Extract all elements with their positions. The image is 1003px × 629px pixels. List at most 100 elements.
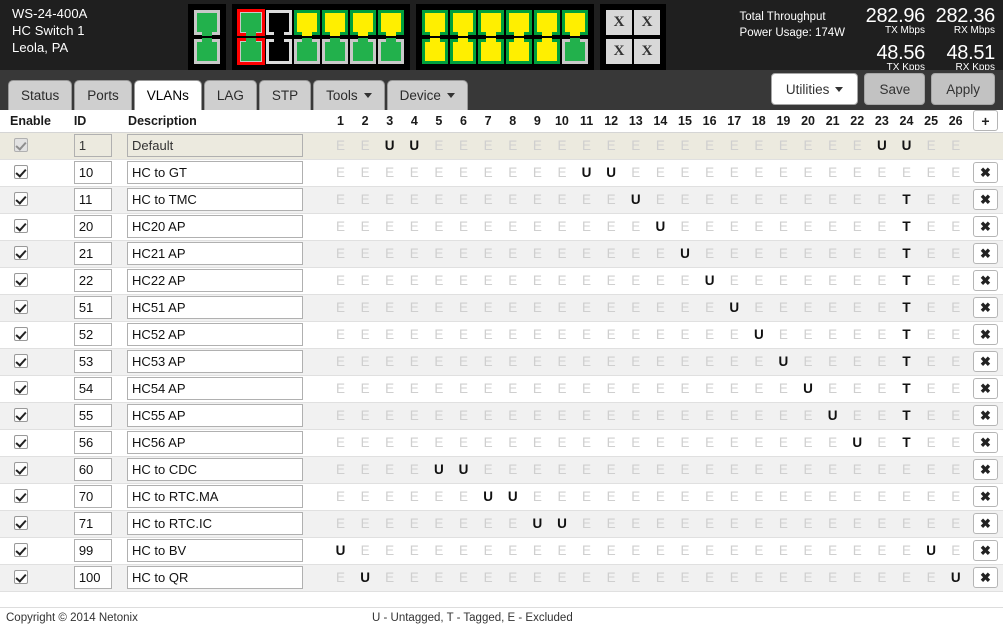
vlan-port-cell-11[interactable]: U <box>574 159 599 187</box>
vlan-port-cell-6[interactable]: E <box>451 132 476 160</box>
vlan-port-cell-21[interactable]: E <box>820 294 845 322</box>
vlan-port-cell-8[interactable]: E <box>500 240 526 268</box>
vlan-port-cell-14[interactable]: E <box>648 321 673 349</box>
vlan-port-cell-22[interactable]: E <box>844 483 870 511</box>
vlan-port-cell-13[interactable]: E <box>623 132 649 160</box>
vlan-port-cell-1[interactable]: E <box>328 510 353 538</box>
vlan-port-cell-7[interactable]: E <box>475 537 501 565</box>
vlan-port-cell-6[interactable]: E <box>451 213 476 241</box>
vlan-port-cell-13[interactable]: E <box>623 240 649 268</box>
vlan-port-cell-12[interactable]: E <box>598 510 624 538</box>
vlan-port-cell-12[interactable]: E <box>598 240 624 268</box>
vlan-port-cell-3[interactable]: E <box>377 213 402 241</box>
vlan-port-cell-9[interactable]: E <box>525 564 550 592</box>
vlan-port-cell-15[interactable]: E <box>672 186 698 214</box>
vlan-port-cell-25[interactable]: E <box>918 213 944 241</box>
vlan-port-cell-12[interactable]: E <box>598 321 624 349</box>
vlan-port-cell-23[interactable]: E <box>869 537 895 565</box>
vlan-port-cell-17[interactable]: E <box>721 132 747 160</box>
vlan-port-cell-24[interactable]: E <box>894 510 919 538</box>
vlan-port-cell-23[interactable]: E <box>869 213 895 241</box>
vlan-port-cell-19[interactable]: E <box>771 537 796 565</box>
vlan-port-cell-4[interactable]: E <box>401 321 427 349</box>
vlan-port-cell-5[interactable]: E <box>426 294 452 322</box>
vlan-port-cell-26[interactable]: E <box>943 132 968 160</box>
vlan-port-cell-26[interactable]: E <box>943 375 968 403</box>
vlan-port-cell-17[interactable]: E <box>721 267 747 295</box>
vlan-port-cell-21[interactable]: U <box>820 402 845 430</box>
vlan-port-cell-4[interactable]: E <box>401 483 427 511</box>
vlan-port-cell-21[interactable]: E <box>820 537 845 565</box>
vlan-enable-checkbox[interactable] <box>14 381 28 396</box>
vlan-enable-checkbox[interactable] <box>14 516 28 531</box>
port-icon-link-up[interactable] <box>349 38 377 65</box>
vlan-port-cell-1[interactable]: E <box>328 186 353 214</box>
vlan-port-cell-18[interactable]: E <box>746 375 772 403</box>
vlan-id-input[interactable]: 55 <box>73 404 112 427</box>
vlan-port-cell-24[interactable]: T <box>894 375 919 403</box>
vlan-port-cell-3[interactable]: E <box>377 348 402 376</box>
vlan-port-cell-13[interactable]: E <box>623 483 649 511</box>
vlan-port-cell-18[interactable]: E <box>746 348 772 376</box>
vlan-port-cell-8[interactable]: E <box>500 213 526 241</box>
vlan-port-cell-11[interactable]: E <box>574 294 599 322</box>
port-icon-link-up[interactable] <box>293 38 321 65</box>
vlan-port-cell-10[interactable]: E <box>549 456 575 484</box>
vlan-port-cell-8[interactable]: E <box>500 564 526 592</box>
delete-vlan-button[interactable]: ✖ <box>973 486 998 507</box>
delete-vlan-button[interactable]: ✖ <box>973 189 998 210</box>
vlan-port-cell-22[interactable]: E <box>844 240 870 268</box>
vlan-port-cell-15[interactable]: E <box>672 321 698 349</box>
vlan-port-cell-21[interactable]: E <box>820 132 845 160</box>
vlan-port-cell-2[interactable]: E <box>352 267 378 295</box>
vlan-port-cell-3[interactable]: E <box>377 564 402 592</box>
vlan-port-cell-22[interactable]: E <box>844 132 870 160</box>
vlan-port-cell-1[interactable]: E <box>328 402 353 430</box>
vlan-port-cell-17[interactable]: E <box>721 240 747 268</box>
port-icon-poe[interactable] <box>477 38 505 65</box>
vlan-port-cell-5[interactable]: E <box>426 429 452 457</box>
vlan-port-cell-13[interactable]: E <box>623 402 649 430</box>
vlan-port-cell-2[interactable]: E <box>352 375 378 403</box>
vlan-port-cell-18[interactable]: E <box>746 186 772 214</box>
vlan-port-cell-18[interactable]: E <box>746 132 772 160</box>
vlan-port-cell-26[interactable]: E <box>943 240 968 268</box>
vlan-port-cell-16[interactable]: E <box>697 294 722 322</box>
vlan-port-cell-4[interactable]: E <box>401 159 427 187</box>
vlan-port-cell-8[interactable]: E <box>500 159 526 187</box>
vlan-port-cell-23[interactable]: E <box>869 267 895 295</box>
vlan-port-cell-11[interactable]: E <box>574 456 599 484</box>
vlan-port-cell-1[interactable]: E <box>328 348 353 376</box>
vlan-port-cell-4[interactable]: E <box>401 456 427 484</box>
vlan-port-cell-10[interactable]: E <box>549 132 575 160</box>
vlan-port-cell-2[interactable]: E <box>352 186 378 214</box>
vlan-port-cell-1[interactable]: E <box>328 132 353 160</box>
vlan-port-cell-4[interactable]: E <box>401 348 427 376</box>
vlan-port-cell-13[interactable]: E <box>623 429 649 457</box>
port-icon-link-up[interactable] <box>561 38 589 65</box>
vlan-port-cell-18[interactable]: E <box>746 510 772 538</box>
vlan-port-cell-10[interactable]: E <box>549 483 575 511</box>
vlan-port-cell-25[interactable]: U <box>918 537 944 565</box>
vlan-port-cell-13[interactable]: U <box>623 186 649 214</box>
vlan-port-cell-14[interactable]: E <box>648 402 673 430</box>
vlan-port-cell-5[interactable]: E <box>426 564 452 592</box>
delete-vlan-button[interactable]: ✖ <box>973 297 998 318</box>
vlan-port-cell-2[interactable]: E <box>352 429 378 457</box>
vlan-port-cell-26[interactable]: E <box>943 456 968 484</box>
vlan-port-cell-3[interactable]: E <box>377 429 402 457</box>
vlan-port-cell-7[interactable]: E <box>475 321 501 349</box>
delete-vlan-button[interactable]: ✖ <box>973 432 998 453</box>
utilities-button[interactable]: Utilities <box>770 73 859 105</box>
vlan-port-cell-24[interactable]: E <box>894 159 919 187</box>
vlan-port-cell-26[interactable]: E <box>943 294 968 322</box>
vlan-port-cell-25[interactable]: E <box>918 483 944 511</box>
vlan-port-cell-10[interactable]: E <box>549 402 575 430</box>
vlan-port-cell-7[interactable]: E <box>475 267 501 295</box>
vlan-port-cell-21[interactable]: E <box>820 456 845 484</box>
vlan-description-input[interactable]: HC to QR <box>127 566 304 589</box>
vlan-port-cell-3[interactable]: E <box>377 483 402 511</box>
vlan-port-cell-7[interactable]: E <box>475 456 501 484</box>
vlan-port-cell-26[interactable]: E <box>943 510 968 538</box>
vlan-port-cell-5[interactable]: E <box>426 375 452 403</box>
